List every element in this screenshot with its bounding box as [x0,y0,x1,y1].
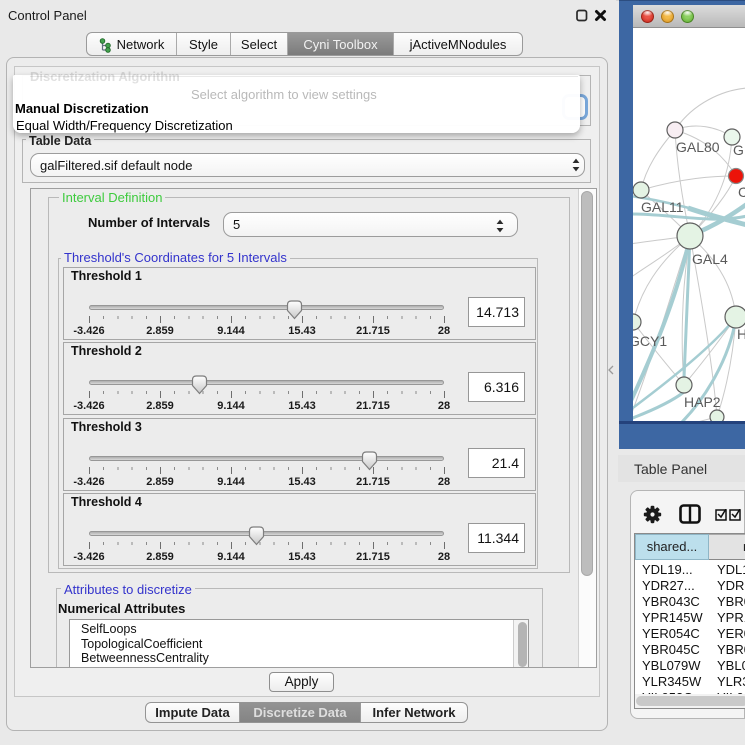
svg-text:GAL4: GAL4 [692,251,728,267]
svg-text:GCY1: GCY1 [633,333,667,349]
svg-text:GAL11: GAL11 [641,199,684,215]
svg-text:G: G [733,142,744,158]
svg-text:HAP2: HAP2 [684,394,721,410]
svg-text:GAL80: GAL80 [676,139,720,155]
svg-text:H: H [737,326,745,342]
svg-text:C: C [738,184,745,200]
